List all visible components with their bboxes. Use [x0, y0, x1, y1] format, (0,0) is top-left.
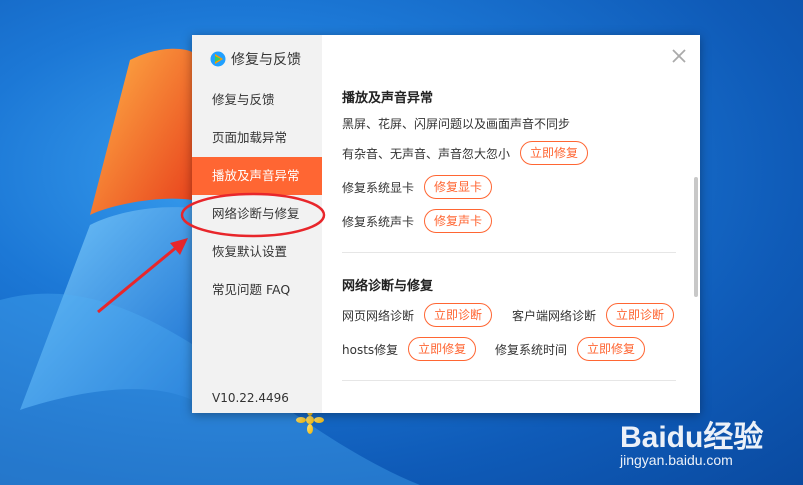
section-divider: [342, 252, 676, 253]
annotation-circle: [180, 192, 326, 238]
scrollbar[interactable]: [694, 155, 698, 305]
sidebar-item-repair-feedback[interactable]: 修复与反馈: [192, 81, 322, 119]
sound-text: 修复系统声卡: [342, 214, 415, 229]
watermark-title: Baidu经验: [620, 421, 764, 454]
web-diagnose-text: 网页网络诊断: [342, 308, 415, 323]
hosts-repair-button[interactable]: 立即修复: [408, 337, 477, 361]
playback-description: 黑屏、花屏、闪屏问题以及画面声音不同步: [342, 115, 570, 132]
hosts-text: hosts修复: [342, 342, 399, 357]
system-time-row: 修复系统时间 立即修复: [495, 337, 646, 361]
repair-gpu-button[interactable]: 修复显卡: [424, 175, 493, 199]
noise-text: 有杂音、无声音、声音忽大忽小: [342, 146, 511, 161]
sound-row: 修复系统声卡 修复声卡: [342, 209, 493, 233]
sidebar-item-restore-defaults[interactable]: 恢复默认设置: [192, 233, 322, 271]
section-divider-2: [342, 380, 676, 381]
brand-header: 修复与反馈: [210, 49, 301, 69]
noise-repair-button[interactable]: 立即修复: [520, 141, 589, 165]
system-time-text: 修复系统时间: [495, 342, 568, 357]
app-logo-icon: [210, 51, 226, 67]
hosts-row: hosts修复 立即修复: [342, 337, 477, 361]
watermark-url: jingyan.baidu.com: [620, 452, 733, 468]
network-section-title: 网络诊断与修复: [342, 279, 434, 294]
noise-row: 有杂音、无声音、声音忽大忽小 立即修复: [342, 141, 589, 165]
sidebar-item-faq[interactable]: 常见问题 FAQ: [192, 271, 322, 309]
system-time-repair-button[interactable]: 立即修复: [577, 337, 646, 361]
web-diagnose-row: 网页网络诊断 立即诊断: [342, 303, 493, 327]
client-diagnose-row: 客户端网络诊断 立即诊断: [512, 303, 675, 327]
content-panel: 播放及声音异常 黑屏、花屏、闪屏问题以及画面声音不同步 有杂音、无声音、声音忽大…: [342, 35, 676, 413]
gpu-text: 修复系统显卡: [342, 180, 415, 195]
baidu-watermark: Baidu经验 jingyan.baidu.com: [614, 408, 784, 478]
logo-red-pane: [90, 48, 192, 215]
gpu-row: 修复系统显卡 修复显卡: [342, 175, 493, 199]
brand-title: 修复与反馈: [231, 52, 301, 68]
scrollbar-thumb[interactable]: [694, 177, 698, 297]
client-diagnose-text: 客户端网络诊断: [512, 308, 597, 323]
sidebar-item-page-load[interactable]: 页面加载异常: [192, 119, 322, 157]
sidebar-item-playback-sound[interactable]: 播放及声音异常: [192, 157, 322, 195]
web-diagnose-button[interactable]: 立即诊断: [424, 303, 493, 327]
playback-description-text: 黑屏、花屏、闪屏问题以及画面声音不同步: [342, 117, 571, 131]
playback-section-title: 播放及声音异常: [342, 91, 434, 106]
repair-sound-button[interactable]: 修复声卡: [424, 209, 493, 233]
version-label: V10.22.4496: [212, 391, 289, 405]
client-diagnose-button[interactable]: 立即诊断: [606, 303, 675, 327]
